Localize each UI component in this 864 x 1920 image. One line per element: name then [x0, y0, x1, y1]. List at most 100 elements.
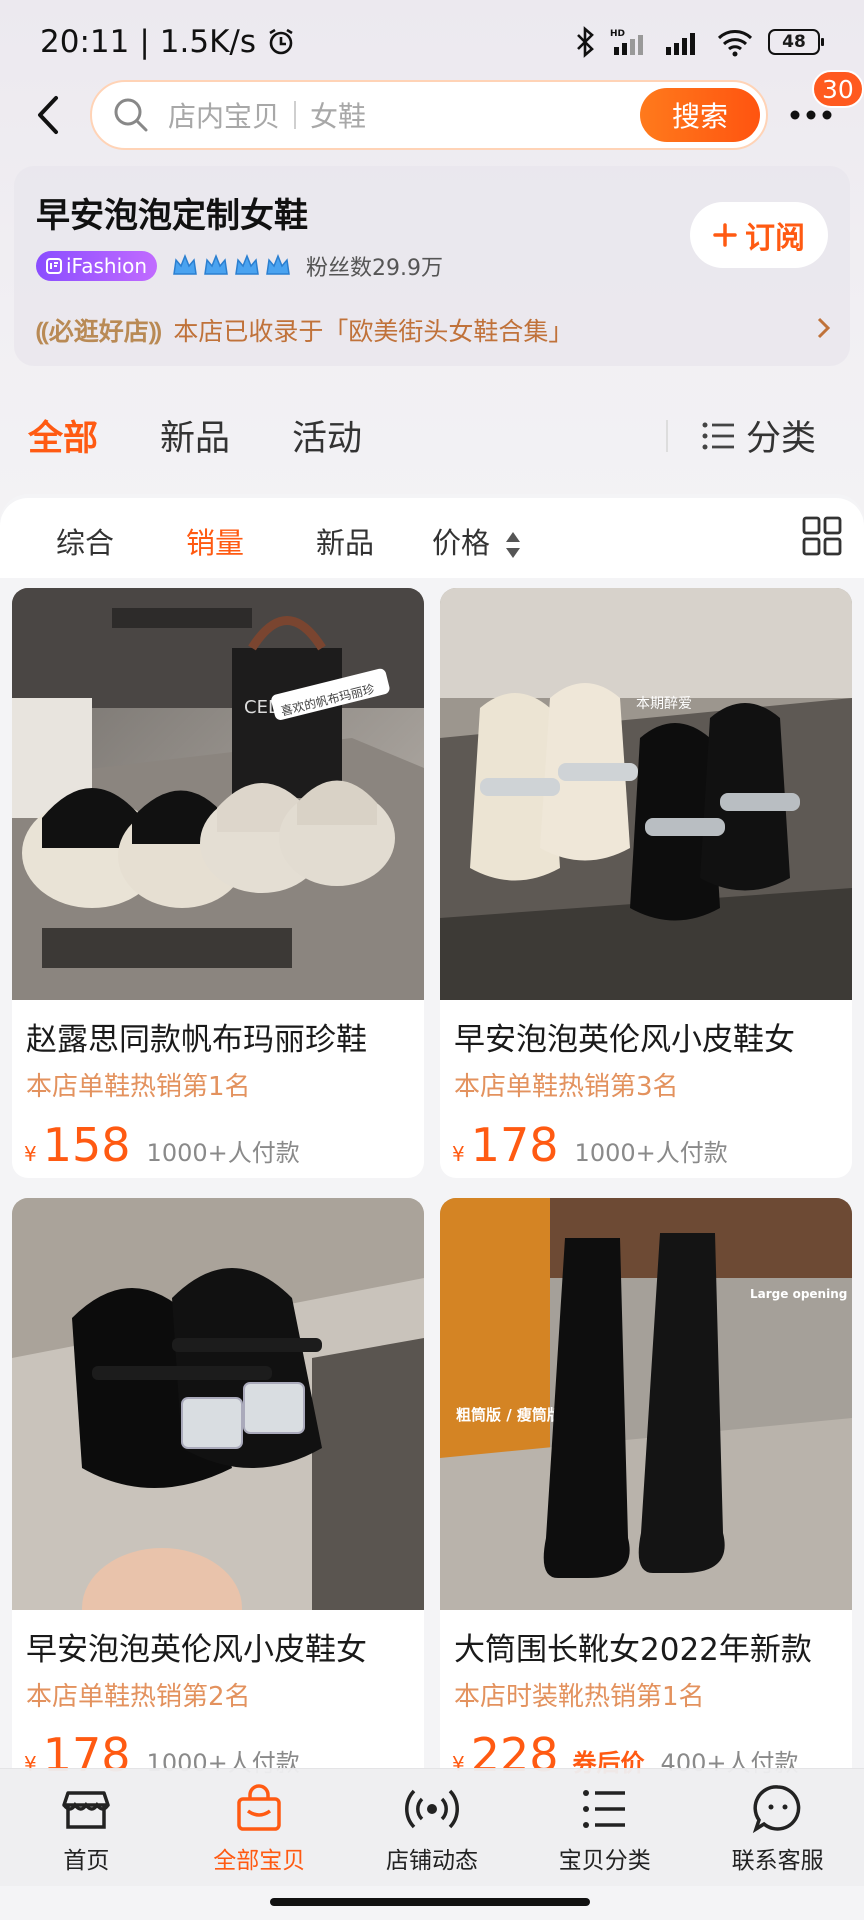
- bluetooth-icon: [574, 26, 596, 58]
- must-visit-badge: ⸨必逛好店⸩: [36, 312, 161, 348]
- product-rank: 本店单鞋热销第2名: [26, 1682, 251, 1712]
- product-title: 赵露思同款帆布玛丽珍鞋: [26, 1022, 367, 1058]
- status-left: 20:11 | 1.5K/s: [40, 24, 296, 60]
- nav-categories-label: 宝贝分类: [558, 1848, 651, 1874]
- shop-rating-crowns: [171, 252, 292, 280]
- price-row: ¥ 178 1000+人付款: [452, 1118, 728, 1172]
- view-toggle-button[interactable]: [802, 516, 842, 560]
- nav-customer-service[interactable]: 联系客服: [691, 1769, 864, 1886]
- network-speed: 1.5K/s: [159, 24, 257, 60]
- fans-count: 粉丝数29.9万: [306, 256, 444, 281]
- product-title: 早安泡泡英伦风小皮鞋女: [454, 1022, 795, 1058]
- nav-shop-feed[interactable]: 店铺动态: [346, 1769, 519, 1886]
- more-dots-icon: [790, 110, 832, 120]
- product-image: 粗筒版 / 瘦筒版 Large opening #001: [440, 1198, 852, 1610]
- status-right: HD 48: [574, 26, 824, 58]
- shop-info-card: 早安泡泡定制女鞋 订阅 iFashion 粉丝数29.9万 ⸨必逛好店⸩ 本店已…: [14, 166, 850, 366]
- product-image: [12, 1198, 424, 1610]
- currency-symbol: ¥: [452, 1142, 465, 1166]
- crown-icon: [235, 253, 259, 275]
- sort-bar: 综合 销量 新品 价格: [0, 498, 864, 578]
- product-rank: 本店时装靴热销第1名: [454, 1682, 705, 1712]
- must-visit-label: 必逛好店: [48, 317, 149, 346]
- sold-count: 1000+人付款: [146, 1139, 300, 1167]
- category-tab-label: 分类: [746, 419, 817, 459]
- sort-sales[interactable]: 销量: [186, 520, 244, 562]
- shop-name: 早安泡泡定制女鞋: [36, 196, 308, 236]
- hd-signal-icon: HD: [610, 27, 650, 57]
- image-caption-secondary: Large opening #001: [750, 1287, 852, 1301]
- tab-new[interactable]: 新品: [160, 410, 230, 461]
- product-price: 178: [470, 1118, 559, 1172]
- shop-meta: iFashion 粉丝数29.9万: [36, 250, 443, 282]
- back-button[interactable]: [28, 92, 68, 138]
- nav-all-products-label: 全部宝贝: [213, 1848, 306, 1874]
- laurel-left-icon: ⸨: [36, 317, 49, 346]
- search-placeholder: 店内宝贝 女鞋: [168, 95, 366, 135]
- list-icon: [702, 422, 734, 449]
- status-divider: |: [139, 24, 150, 60]
- chat-face-icon: [752, 1785, 800, 1834]
- product-card[interactable]: CELINE 喜欢的帆布玛丽珍 赵露思同款帆布玛丽珍鞋 本店单鞋热销第1名 ¥ …: [12, 588, 424, 1178]
- product-card[interactable]: 本期醉爱 早安泡泡英伦风小皮鞋女 本店单鞋热销第3名 ¥ 178 1000+人付…: [440, 588, 852, 1178]
- ifashion-label: iFashion: [66, 254, 148, 278]
- nav-home-label: 首页: [63, 1848, 110, 1874]
- laurel-right-icon: ⸩: [148, 317, 162, 346]
- sort-arrows-icon: [506, 532, 521, 558]
- sold-count: 1000+人付款: [574, 1139, 728, 1167]
- shopping-bag-icon: [237, 1784, 281, 1831]
- search-separator: [294, 101, 297, 129]
- nav-home[interactable]: 首页: [0, 1769, 173, 1886]
- plus-icon: [713, 223, 737, 247]
- search-input[interactable]: 店内宝贝 女鞋 搜索: [90, 80, 768, 150]
- chevron-right-icon[interactable]: [816, 316, 832, 344]
- wifi-icon: [716, 27, 754, 57]
- crown-icon: [204, 253, 228, 275]
- product-rank: 本店单鞋热销第3名: [454, 1072, 679, 1102]
- tab-all[interactable]: 全部: [28, 410, 98, 461]
- tab-category[interactable]: 分类: [702, 410, 816, 461]
- grid-view-icon: [802, 516, 842, 556]
- product-card[interactable]: 粗筒版 / 瘦筒版 Large opening #001 大筒围长靴女2022年…: [440, 1198, 852, 1788]
- product-title: 大筒围长靴女2022年新款: [454, 1632, 812, 1668]
- tab-divider: [666, 420, 668, 452]
- home-indicator: [270, 1898, 590, 1906]
- search-header: 店内宝贝 女鞋 搜索: [0, 80, 864, 150]
- bottom-navigation: 首页 全部宝贝 店铺动态 宝贝分类 联系客服: [0, 1768, 864, 1886]
- image-caption: 粗筒版 / 瘦筒版: [456, 1406, 562, 1424]
- search-button[interactable]: 搜索: [640, 88, 760, 142]
- crown-icon: [266, 253, 290, 275]
- product-card[interactable]: 早安泡泡英伦风小皮鞋女 本店单鞋热销第2名 ¥ 178 1000+人付款: [12, 1198, 424, 1788]
- alarm-icon: [266, 27, 296, 57]
- crown-icon: [173, 253, 197, 275]
- sort-new[interactable]: 新品: [316, 520, 374, 562]
- battery-indicator: 48: [768, 29, 824, 55]
- image-caption: 本期醉爱: [636, 696, 692, 712]
- tab-activity[interactable]: 活动: [292, 410, 362, 461]
- search-icon: [112, 94, 154, 136]
- shop-tabs: 全部 新品 活动 分类: [0, 400, 864, 470]
- product-price: 158: [42, 1118, 131, 1172]
- currency-symbol: ¥: [24, 1142, 37, 1166]
- signal-icon: [664, 27, 702, 57]
- sort-comprehensive[interactable]: 综合: [56, 520, 114, 562]
- status-time: 20:11: [40, 24, 130, 60]
- shop-home-icon: [62, 1791, 111, 1829]
- category-list-icon: [582, 1790, 625, 1828]
- status-bar: 20:11 | 1.5K/s HD 48: [0, 0, 864, 84]
- nav-all-products[interactable]: 全部宝贝: [173, 1769, 346, 1886]
- product-image: CELINE 喜欢的帆布玛丽珍: [12, 588, 424, 1000]
- search-placeholder-keyword: 女鞋: [310, 100, 367, 133]
- subscribe-button[interactable]: 订阅: [690, 202, 828, 268]
- sort-price[interactable]: 价格: [432, 520, 521, 562]
- nav-categories[interactable]: 宝贝分类: [518, 1769, 691, 1886]
- product-rank: 本店单鞋热销第1名: [26, 1072, 251, 1102]
- ifashion-logo-icon: [46, 258, 62, 274]
- subscribe-label: 订阅: [745, 221, 805, 256]
- collection-banner[interactable]: ⸨必逛好店⸩ 本店已收录于「欧美街头女鞋合集」: [36, 312, 573, 348]
- message-count-badge: 30: [812, 70, 864, 108]
- broadcast-icon: [405, 1789, 459, 1829]
- product-title: 早安泡泡英伦风小皮鞋女: [26, 1632, 367, 1668]
- product-image: 本期醉爱: [440, 588, 852, 1000]
- search-placeholder-scope: 店内宝贝: [168, 100, 281, 133]
